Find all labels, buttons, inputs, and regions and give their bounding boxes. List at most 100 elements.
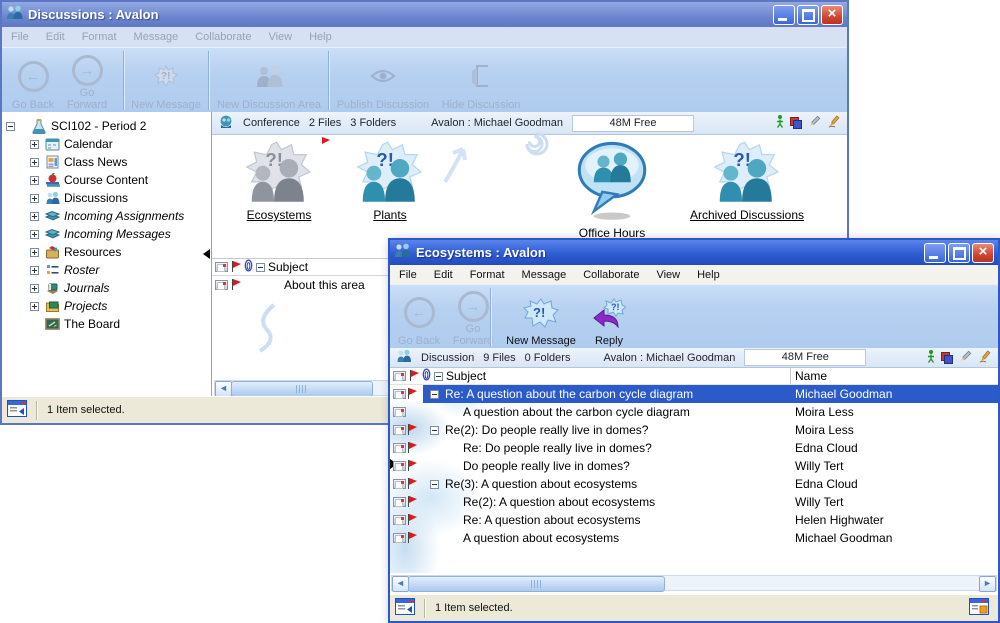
discussions-title-bar[interactable]: Discussions : Avalon <box>2 2 847 27</box>
list-header[interactable]: Subject Name <box>390 368 998 385</box>
tree-item-projects[interactable]: Projects <box>2 297 211 315</box>
collapse-all-box[interactable] <box>256 263 265 272</box>
window-title: Ecosystems : Avalon <box>416 245 546 260</box>
tree-item-incoming-messages[interactable]: Incoming Messages <box>2 225 211 243</box>
tree-item-the-board[interactable]: The Board <box>2 315 211 333</box>
pencil-icon[interactable] <box>959 350 972 366</box>
split-pane-icon[interactable] <box>7 400 27 420</box>
pencil-icon[interactable] <box>808 115 821 131</box>
tree-item-journals[interactable]: Journals <box>2 279 211 297</box>
new-discussion-area-button[interactable]: New Discussion Area <box>214 53 324 111</box>
collapse-expander[interactable] <box>6 122 15 131</box>
scroll-right-arrow[interactable]: ► <box>979 576 996 592</box>
desktop-icon-ecosystems[interactable]: ?! Ecosystems <box>224 141 334 222</box>
scroll-left-arrow[interactable]: ◄ <box>215 381 232 397</box>
message-row[interactable]: Re: Do people really live in domes? Edna… <box>390 439 998 457</box>
tree-item-sci102[interactable]: SCI102 - Period 2 <box>2 117 211 135</box>
new-message-button[interactable]: ?! New Message <box>128 53 204 111</box>
expand-plus[interactable] <box>30 302 39 311</box>
permissions-squares-icon[interactable] <box>790 117 802 129</box>
signature-pen-icon[interactable] <box>978 350 992 366</box>
menu-format[interactable]: Format <box>82 31 117 43</box>
ecosystems-title-bar[interactable]: Ecosystems : Avalon <box>390 240 998 265</box>
horizontal-scrollbar[interactable]: ◄ ► <box>391 575 997 591</box>
scrollbar-thumb[interactable] <box>231 381 373 397</box>
desktop-icon-plants[interactable]: ?! Plants <box>340 141 440 222</box>
sender-name: Moira Less <box>795 423 854 437</box>
message-row[interactable]: Do people really live in domes? Willy Te… <box>390 457 998 475</box>
maximize-button[interactable] <box>948 243 970 263</box>
thread-collapse-box[interactable] <box>430 426 439 435</box>
menu-edit[interactable]: Edit <box>46 31 65 43</box>
expand-plus[interactable] <box>30 212 39 221</box>
menu-file[interactable]: File <box>399 269 417 281</box>
expand-plus[interactable] <box>30 158 39 167</box>
minimize-button[interactable] <box>773 5 795 25</box>
online-person-icon[interactable] <box>776 115 784 131</box>
online-person-icon[interactable] <box>927 350 935 366</box>
expand-plus[interactable] <box>30 194 39 203</box>
go-back-button[interactable]: ← Go Back <box>10 53 56 111</box>
column-divider[interactable] <box>790 368 791 384</box>
tree-item-incoming-assignments[interactable]: Incoming Assignments <box>2 207 211 225</box>
signature-pen-icon[interactable] <box>827 115 841 131</box>
tree-item-roster[interactable]: Roster <box>2 261 211 279</box>
tree-item-class-news[interactable]: Class News <box>2 153 211 171</box>
publish-discussion-button[interactable]: Publish Discussion <box>332 53 434 111</box>
tree-item-calendar[interactable]: Calendar <box>2 135 211 153</box>
message-row[interactable]: Re(2): A question about ecosystems Willy… <box>390 493 998 511</box>
message-row[interactable]: A question about ecosystems Michael Good… <box>390 529 998 547</box>
expand-plus[interactable] <box>30 266 39 275</box>
split-pane-icon[interactable] <box>395 598 415 618</box>
desktop-icon-office-hours[interactable]: Office Hours <box>552 141 672 240</box>
go-forward-button[interactable]: → Go Forward <box>444 290 502 347</box>
close-button[interactable] <box>821 5 843 25</box>
file-count: 9 Files <box>483 352 515 364</box>
expand-plus[interactable] <box>30 140 39 149</box>
maximize-button[interactable] <box>797 5 819 25</box>
menu-help[interactable]: Help <box>309 31 332 43</box>
expand-plus[interactable] <box>30 230 39 239</box>
desktop-icon-archived-discussions[interactable]: ?! Archived Discussions <box>672 141 822 222</box>
collapse-all-box[interactable] <box>434 372 443 381</box>
hide-discussion-button[interactable]: Hide Discussion <box>436 53 526 111</box>
menu-format[interactable]: Format <box>470 269 505 281</box>
summary-view-icon[interactable] <box>969 598 989 618</box>
menu-collaborate[interactable]: Collaborate <box>195 31 251 43</box>
scrollbar-thumb[interactable] <box>408 576 665 592</box>
message-row[interactable]: Re(3): A question about ecosystems Edna … <box>390 475 998 493</box>
menu-file[interactable]: File <box>11 31 29 43</box>
expand-plus[interactable] <box>30 176 39 185</box>
expand-plus[interactable] <box>30 248 39 257</box>
go-forward-button[interactable]: → Go Forward <box>58 53 116 111</box>
menu-help[interactable]: Help <box>697 269 720 281</box>
scroll-left-arrow[interactable]: ◄ <box>392 576 409 592</box>
close-button[interactable] <box>972 243 994 263</box>
message-row[interactable]: Re(2): Do people really live in domes? M… <box>390 421 998 439</box>
tree-item-resources[interactable]: Resources <box>2 243 211 261</box>
expand-plus[interactable] <box>30 284 39 293</box>
go-back-button[interactable]: ← Go Back <box>396 290 442 347</box>
tree-item-discussions[interactable]: Discussions <box>2 189 211 207</box>
minimize-button[interactable] <box>924 243 946 263</box>
new-message-button[interactable]: ?! New Message <box>500 290 582 347</box>
permissions-squares-icon[interactable] <box>941 352 953 364</box>
thread-collapse-box[interactable] <box>430 390 439 399</box>
message-row[interactable]: A question about the carbon cycle diagra… <box>390 403 998 421</box>
reply-button[interactable]: ?! Reply <box>586 290 632 347</box>
menu-message[interactable]: Message <box>522 269 567 281</box>
unread-flag-icon <box>407 478 417 490</box>
menu-message[interactable]: Message <box>134 31 179 43</box>
thread-collapse-box[interactable] <box>430 480 439 489</box>
envelope-icon <box>393 407 406 417</box>
container-kind: Discussion <box>421 352 474 364</box>
menu-view[interactable]: View <box>268 31 292 43</box>
menu-view[interactable]: View <box>656 269 680 281</box>
tree-item-course-content[interactable]: Course Content <box>2 171 211 189</box>
ecosystems-window: Ecosystems : Avalon File Edit Format Mes… <box>388 238 1000 623</box>
message-row[interactable]: Re: A question about the carbon cycle di… <box>390 385 998 403</box>
pane-collapse-arrow[interactable] <box>203 249 210 259</box>
menu-edit[interactable]: Edit <box>434 269 453 281</box>
message-row[interactable]: Re: A question about ecosystems Helen Hi… <box>390 511 998 529</box>
menu-collaborate[interactable]: Collaborate <box>583 269 639 281</box>
